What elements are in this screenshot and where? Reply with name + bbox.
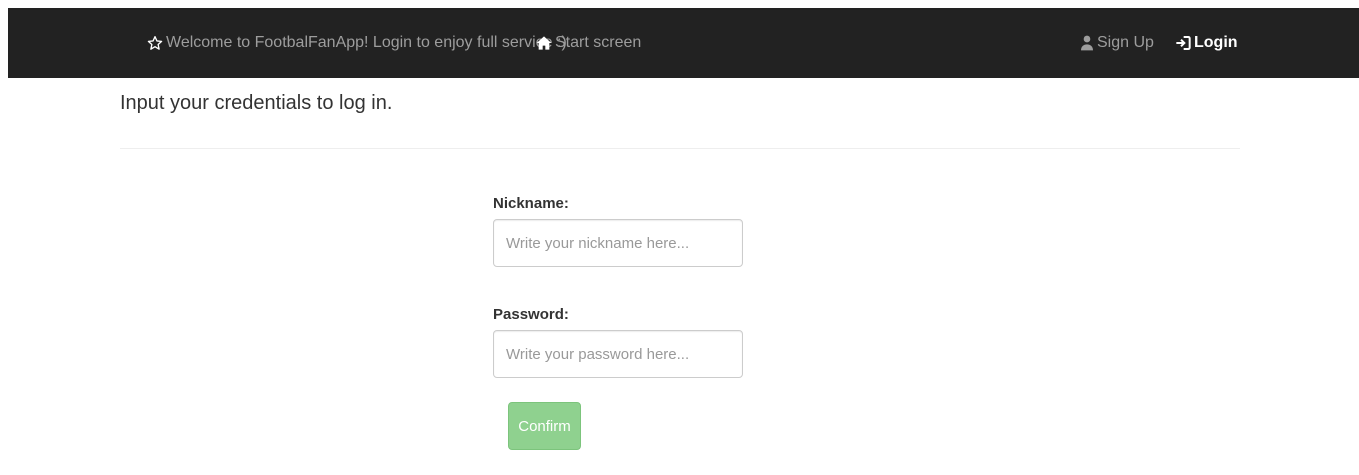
password-label: Password: [493,306,569,323]
nav-login-label: Login [1194,34,1238,51]
nav-login[interactable]: Login [1175,8,1238,78]
home-icon [536,35,552,51]
user-icon [1080,35,1094,51]
nav-start-screen-label: Start screen [555,34,642,51]
page-heading: Input your credentials to log in. [120,92,393,114]
navbar-brand-label: Welcome to FootbalFanApp! Login to enjoy… [166,34,567,51]
top-navbar: Welcome to FootbalFanApp! Login to enjoy… [8,8,1359,78]
nickname-label: Nickname: [493,195,569,212]
nav-sign-up[interactable]: Sign Up [1080,8,1154,78]
password-input[interactable] [493,330,743,378]
nav-sign-up-label: Sign Up [1097,34,1154,51]
nickname-input[interactable] [493,219,743,267]
confirm-button[interactable]: Confirm [508,402,581,450]
star-icon [147,35,163,51]
navbar-brand[interactable]: Welcome to FootbalFanApp! Login to enjoy… [147,8,567,78]
login-icon [1175,35,1191,51]
divider [120,148,1240,149]
nav-start-screen[interactable]: Start screen [536,8,641,78]
